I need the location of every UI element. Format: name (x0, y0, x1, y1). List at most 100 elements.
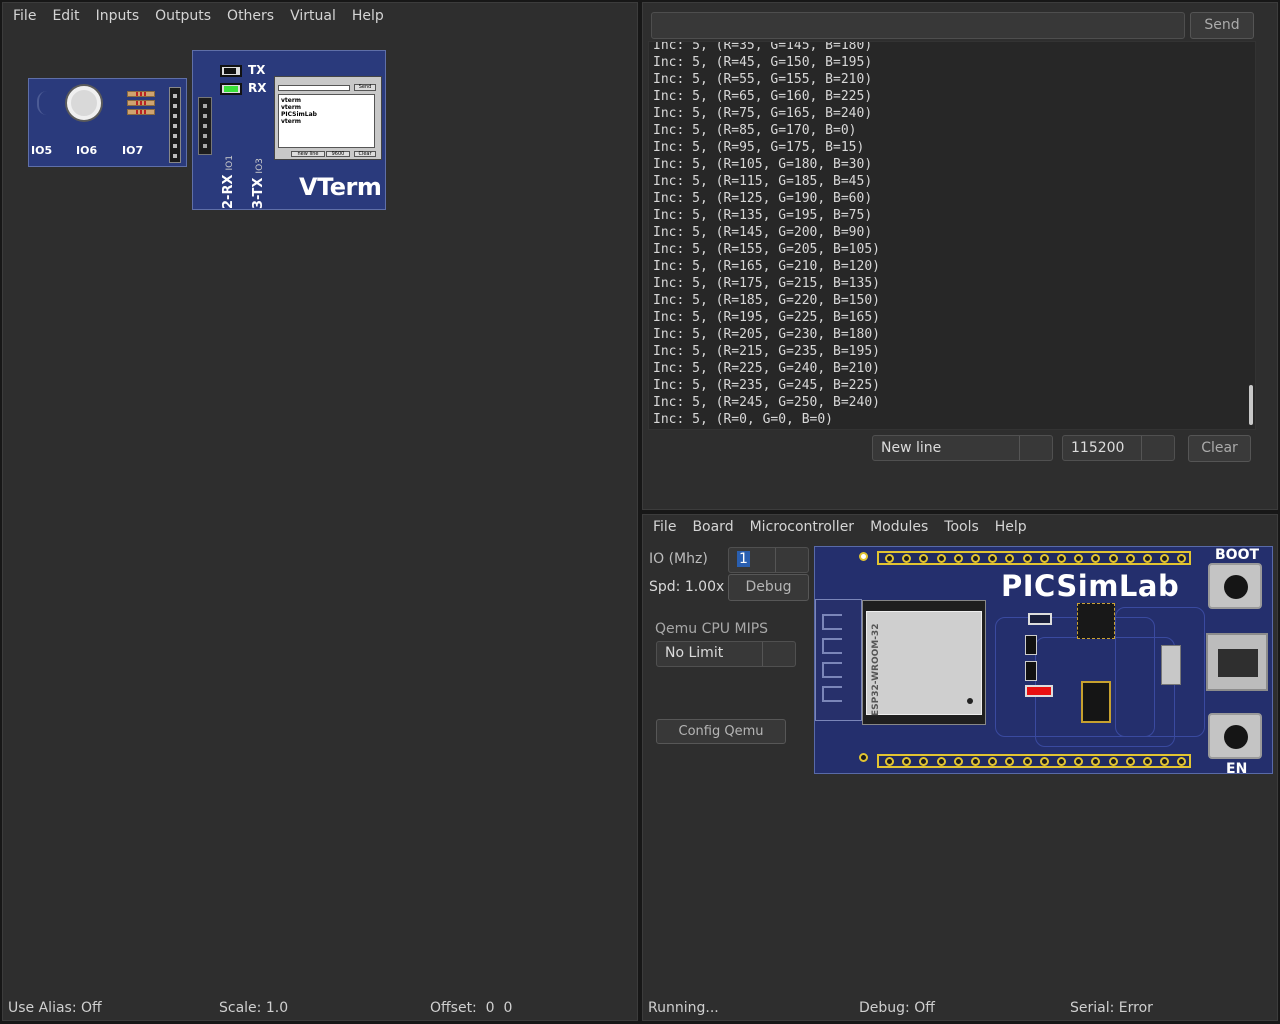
rgb-led[interactable] (67, 86, 101, 120)
power-led (1028, 613, 1052, 625)
pin-header (169, 87, 181, 163)
header-pin (1143, 554, 1152, 563)
esp32-board[interactable]: ESP32-WROOM-32 PICSimLab BOOT EN (814, 546, 1273, 774)
clear-button[interactable]: Clear (1188, 435, 1251, 462)
header-pin (1074, 757, 1084, 766)
vterm-pin-tx: 3-TXIO3 (251, 158, 266, 209)
rx-label: RX (248, 81, 267, 95)
qemu-mips-label: Qemu CPU MIPS (655, 621, 769, 637)
qemu-mips-value: No Limit (665, 645, 724, 661)
esp32-module-label: ESP32-WROOM-32 (871, 623, 881, 716)
pin-marker (859, 552, 868, 561)
terminal-line: Inc: 5, (R=225, G=240, B=210) (653, 361, 880, 376)
baud-select[interactable]: 115200 (1062, 435, 1175, 461)
terminal-line: Inc: 5, (R=115, G=185, B=45) (653, 174, 873, 189)
header-pin (1039, 554, 1049, 563)
header-pin (936, 554, 946, 563)
status-alias: Use Alias: Off (8, 1000, 102, 1016)
main-menu-board[interactable]: Board (684, 514, 741, 540)
board-trace (1115, 607, 1205, 737)
terminal-line: Inc: 5, (R=105, G=180, B=30) (653, 157, 873, 172)
red-led (1025, 685, 1053, 697)
main-menu-help[interactable]: Help (987, 514, 1035, 540)
main-statusbar: Running... Debug: Off Serial: Error (643, 996, 1277, 1020)
header-pin (919, 757, 929, 766)
wifi-trace-icon (37, 91, 57, 115)
spare-parts-menubar: File Edit Inputs Outputs Others Virtual … (3, 3, 637, 29)
menu-outputs[interactable]: Outputs (147, 3, 219, 29)
header-pin (988, 757, 998, 766)
vterm-mini-send: Send (354, 84, 376, 91)
menu-inputs[interactable]: Inputs (88, 3, 148, 29)
header-pin (919, 554, 929, 563)
header-pin (1160, 554, 1170, 563)
spare-parts-window: File Edit Inputs Outputs Others Virtual … (2, 2, 638, 1021)
vterm-mini-text: vterm vterm PICSimLab vterm (278, 94, 375, 148)
header-pin (1091, 757, 1101, 766)
vterm-mini-input (278, 85, 350, 91)
terminal-scrollbar[interactable] (1249, 385, 1253, 425)
io-mhz-spin[interactable]: 1 (728, 547, 809, 573)
line-ending-select[interactable]: New line (872, 435, 1053, 461)
vterm-mini-baud: 9600 (326, 151, 350, 157)
send-button[interactable]: Send (1190, 12, 1254, 39)
menu-file[interactable]: File (5, 3, 44, 29)
debug-button[interactable]: Debug (728, 574, 809, 601)
header-pin (1108, 757, 1118, 766)
usb-uart-chip (1077, 603, 1115, 639)
header-pin (902, 757, 912, 766)
terminal-output[interactable]: Inc: 5, (R=35, G=145, B=180) Inc: 5, (R=4… (648, 41, 1256, 430)
vterm-part[interactable]: TX RX 2-RXIO1 3-TXIO3 Send vterm vterm P… (192, 50, 386, 210)
header-pin (1022, 757, 1032, 766)
pin-marker (859, 753, 868, 762)
esp32-wroom-module[interactable]: ESP32-WROOM-32 (862, 600, 986, 725)
usb-connector (1206, 633, 1268, 691)
menu-virtual[interactable]: Virtual (282, 3, 344, 29)
header-pin (1057, 757, 1066, 766)
resistor (127, 100, 155, 106)
tx-led (220, 65, 242, 77)
io-mhz-value: 1 (737, 551, 750, 567)
picsimlab-main-window: File Board Microcontroller Modules Tools… (642, 514, 1278, 1021)
qemu-mips-select[interactable]: No Limit (656, 641, 796, 667)
status-offset: Offset: 0 0 (430, 1000, 513, 1016)
status-scale: Scale: 1.0 (219, 1000, 289, 1016)
vterm-mini-clear: Clear (354, 151, 376, 157)
main-menu-file[interactable]: File (645, 514, 684, 540)
main-menu-tools[interactable]: Tools (936, 514, 987, 540)
send-input[interactable] (651, 12, 1185, 39)
main-menubar: File Board Microcontroller Modules Tools… (643, 515, 1277, 539)
vterm-mini-screen[interactable]: Send vterm vterm PICSimLab vterm new lin… (274, 76, 382, 160)
terminal-line: Inc: 5, (R=135, G=195, B=75) (653, 208, 873, 223)
terminal-lines: Inc: 5, (R=35, G=145, B=180) Inc: 5, (R=4… (653, 41, 880, 428)
terminal-line: Inc: 5, (R=245, G=250, B=240) (653, 395, 880, 410)
smd-component (1025, 661, 1037, 681)
menu-edit[interactable]: Edit (44, 3, 87, 29)
menu-help[interactable]: Help (344, 3, 392, 29)
menu-others[interactable]: Others (219, 3, 282, 29)
header-pin (971, 554, 980, 563)
header-pin (1074, 554, 1084, 563)
header-pin (953, 554, 963, 563)
rgb-led-part[interactable]: IO5 IO6 IO7 (28, 78, 187, 167)
header-pin (936, 757, 946, 766)
header-pin (1143, 757, 1152, 766)
main-menu-microcontroller[interactable]: Microcontroller (742, 514, 862, 540)
terminal-line: Inc: 5, (R=185, G=220, B=150) (653, 293, 880, 308)
main-menu-modules[interactable]: Modules (862, 514, 936, 540)
header-pin (1108, 554, 1118, 563)
en-button[interactable] (1208, 713, 1262, 759)
terminal-line: Inc: 5, (R=35, G=145, B=180) (653, 41, 873, 53)
config-qemu-button[interactable]: Config Qemu (656, 719, 786, 744)
header-pin (1039, 757, 1049, 766)
board-title: PICSimLab (1001, 569, 1180, 603)
terminal-line: Inc: 5, (R=145, G=200, B=90) (653, 225, 873, 240)
vterm-window: Send Inc: 5, (R=35, G=145, B=180) Inc: 5,… (642, 2, 1278, 510)
pin1-dot (967, 698, 973, 704)
terminal-line: Inc: 5, (R=45, G=150, B=195) (653, 55, 873, 70)
boot-button[interactable] (1208, 563, 1262, 609)
resistor (127, 91, 155, 97)
vterm-pin-rx: 2-RXIO1 (221, 155, 236, 209)
terminal-line: Inc: 5, (R=175, G=215, B=135) (653, 276, 880, 291)
voltage-regulator (1081, 681, 1111, 723)
